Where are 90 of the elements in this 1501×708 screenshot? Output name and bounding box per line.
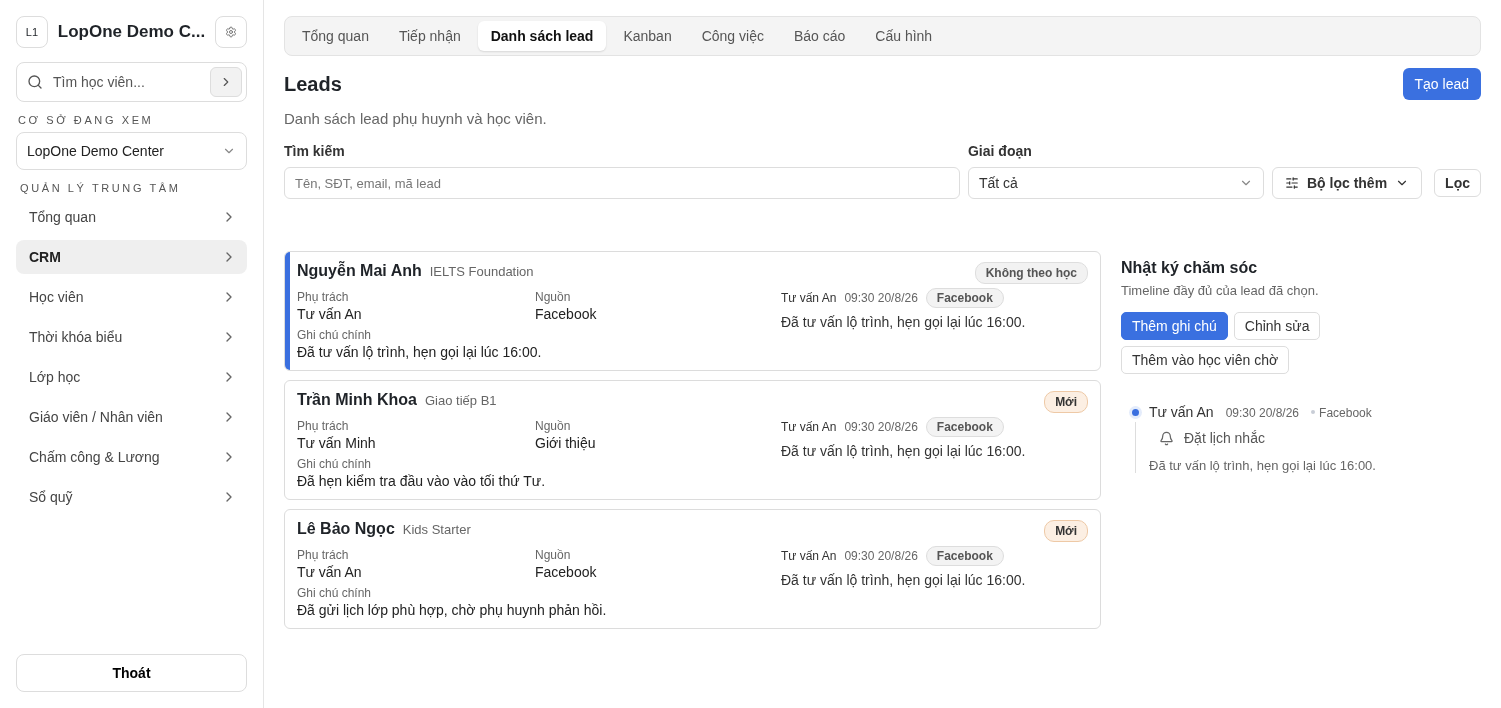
lead-card[interactable]: Trần Minh Khoa Giao tiếp B1 Mới Phụ trách Tư vấn Minh Nguồn Giới thiệu Tư vấn An 09:30 20/8/26 Facebook Đã tư vấn lộ trình, hẹn gọi lại lúc 16:00. Ghi chú chính Đã hẹn kiểm tra đầu vào vào tối thứ Tư.	[284, 380, 1101, 500]
field-label: Nguồn	[535, 419, 572, 433]
filter-button[interactable]: Lọc	[1434, 169, 1481, 197]
lead-name: Nguyễn Mai Anh	[297, 262, 422, 280]
note-text: Đã hẹn kiểm tra đầu vào vào tối thứ Tư.	[297, 473, 547, 489]
field-label: Ghi chú chính	[297, 328, 373, 342]
more-filters-button[interactable]: Bộ lọc thêm	[1272, 167, 1423, 199]
field-label: Tìm kiếm	[284, 143, 346, 159]
source-value: Facebook	[535, 564, 598, 580]
nav-item[interactable]: Chấm công & Lương	[16, 440, 247, 474]
action-button[interactable]: Thêm vào học viên chờ	[1121, 346, 1290, 374]
log-text: Đã tư vấn lộ trình, hẹn gọi lại lúc 16:00.	[781, 314, 1027, 330]
page-title: Leads	[284, 72, 342, 96]
search-field[interactable]: Tìm học viên...	[16, 62, 247, 102]
field-label: Ghi chú chính	[297, 457, 373, 471]
tab[interactable]: Báo cáo	[780, 21, 859, 51]
nav-item[interactable]: Lớp học	[16, 360, 247, 394]
log-text: Đã tư vấn lộ trình, hẹn gọi lại lúc 16:00.	[781, 443, 1027, 459]
field-label: Phụ trách	[297, 419, 350, 433]
lead-name: Lê Bảo Ngọc	[297, 520, 395, 538]
course-name: IELTS Foundation	[429, 264, 534, 279]
source-value: Giới thiệu	[535, 435, 597, 451]
source-value: Facebook	[535, 306, 598, 322]
reminder-text: Đặt lịch nhắc	[1184, 430, 1265, 446]
status-badge: Không theo học	[974, 262, 1088, 284]
lead-card[interactable]	[284, 509, 1101, 629]
app-title: LopOne Demo C...	[57, 22, 206, 42]
log-time: 09:30 20/8/26	[844, 291, 918, 305]
timeline-dot	[1131, 409, 1139, 416]
note-text: Đã gửi lịch lớp phù hợp, chờ phụ huynh phản hồi.	[297, 602, 608, 618]
nav-item[interactable]: Giáo viên / Nhân viên	[16, 400, 247, 434]
log-author: Tư vấn An	[781, 291, 837, 305]
field-label: Ghi chú chính	[297, 586, 373, 600]
action-button[interactable]: Thêm ghi chú	[1121, 312, 1228, 340]
search-icon	[27, 74, 43, 90]
logo-badge: L1	[16, 16, 48, 48]
tab[interactable]: Cấu hình	[862, 21, 946, 51]
field-label: Giai đoạn	[968, 143, 1033, 159]
create-lead-button[interactable]: Tạo lead	[1402, 68, 1481, 100]
settings-button[interactable]	[215, 16, 247, 48]
sliders-icon	[1285, 176, 1299, 190]
search-input[interactable]: Tên, SĐT, email, mã lead	[284, 167, 960, 199]
tab[interactable]: Tổng quan	[289, 21, 382, 51]
entry-time: 09:30 20/8/26	[1225, 406, 1300, 420]
action-button[interactable]: Chỉnh sửa	[1233, 312, 1321, 340]
owner-value: Tư vấn Minh	[297, 435, 377, 451]
nav-item[interactable]: Sổ quỹ	[16, 480, 247, 514]
tab[interactable]: Danh sách lead	[477, 21, 607, 51]
separator-dot	[1311, 410, 1316, 414]
field-label: Nguồn	[535, 548, 572, 562]
log-text: Đã tư vấn lộ trình, hẹn gọi lại lúc 16:00.	[781, 572, 1027, 588]
course-name: Kids Starter	[402, 522, 471, 537]
course-name: Giao tiếp B1	[425, 393, 497, 408]
source-tag: Facebook	[925, 546, 1004, 566]
entry-source: Facebook	[1319, 406, 1372, 420]
nav-item[interactable]: Học viên	[16, 280, 247, 314]
tab[interactable]: Công việc	[688, 21, 777, 51]
panel-subtitle: Timeline đầy đủ của lead đã chọn.	[1121, 283, 1320, 298]
entry-author: Tư vấn An	[1149, 404, 1214, 420]
entry-text: Đã tư vấn lộ trình, hẹn gọi lại lúc 16:00.	[1149, 458, 1377, 473]
bell-icon	[1159, 430, 1174, 446]
lead-name: Trần Minh Khoa	[297, 391, 417, 409]
log-author: Tư vấn An	[781, 420, 837, 434]
status-badge: Mới	[1044, 391, 1088, 413]
field-label: Phụ trách	[297, 290, 350, 304]
log-time: 09:30 20/8/26	[844, 420, 918, 434]
settings-icon	[225, 26, 238, 38]
log-time: 09:30 20/8/26	[844, 549, 918, 563]
stage-select[interactable]: Tất cả	[968, 167, 1264, 199]
note-text: Đã tư vấn lộ trình, hẹn gọi lại lúc 16:00.	[297, 344, 543, 360]
section-label: QUẢN LÝ TRUNG TÂM	[20, 182, 182, 194]
tab[interactable]: Kanban	[610, 21, 685, 51]
page-subtitle: Danh sách lead phụ huynh và học viên.	[284, 110, 548, 127]
log-author: Tư vấn An	[781, 549, 837, 563]
source-tag: Facebook	[925, 417, 1004, 437]
nav-item[interactable]: Tổng quan	[16, 200, 247, 234]
status-badge: Mới	[1044, 520, 1088, 542]
panel-title: Nhật ký chăm sóc	[1121, 259, 1259, 277]
nav-item[interactable]: CRM	[16, 240, 247, 274]
nav-item[interactable]: Thời khóa biểu	[16, 320, 247, 354]
logout-button[interactable]: Thoát	[16, 654, 247, 692]
source-tag: Facebook	[925, 288, 1004, 308]
field-label: Phụ trách	[297, 548, 350, 562]
owner-value: Tư vấn An	[297, 564, 363, 580]
owner-value: Tư vấn An	[297, 306, 363, 322]
field-label: Nguồn	[535, 290, 572, 304]
lead-card[interactable]	[284, 251, 1101, 371]
tab[interactable]: Tiếp nhận	[385, 21, 474, 51]
branch-select[interactable]: LopOne Demo Center	[16, 132, 247, 170]
section-label: CƠ SỞ ĐANG XEM	[18, 114, 155, 126]
